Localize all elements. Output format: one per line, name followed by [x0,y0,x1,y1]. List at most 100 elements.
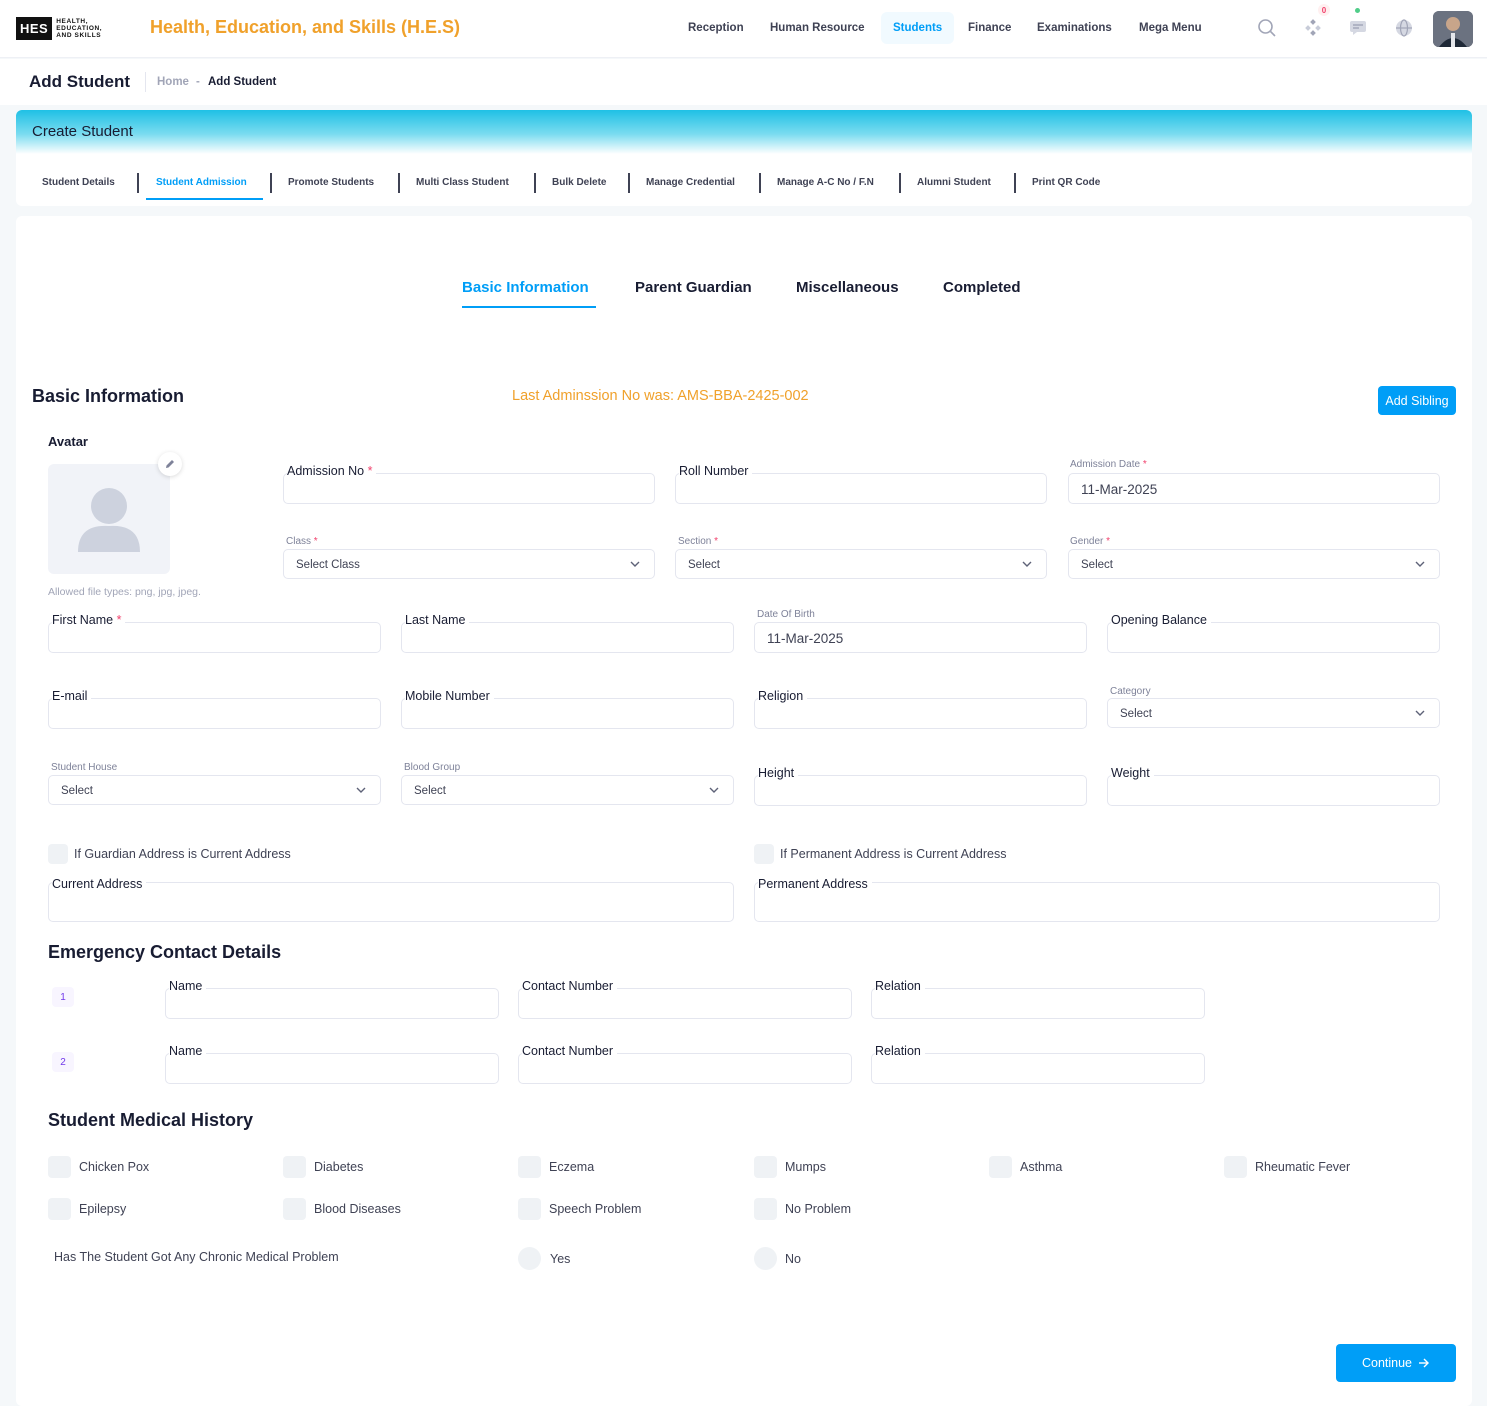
roll-number-input[interactable]: Roll Number [675,464,1047,504]
mobile-number-input[interactable]: Mobile Number [401,689,734,729]
tab-manage-credential[interactable]: Manage Credential [646,177,735,188]
nav-mega-menu[interactable]: Mega Menu [1127,12,1214,44]
tab-multi-class-student[interactable]: Multi Class Student [416,177,509,188]
mumps-checkbox[interactable] [754,1156,777,1178]
app-logo[interactable]: HES HEALTH, EDUCATION, AND SKILLS [16,15,116,41]
tab-divider [270,173,272,193]
notification-badge: 0 [1318,4,1330,16]
emergency-contact-input[interactable]: Contact Number [518,979,852,1019]
class-select[interactable]: Select Class [283,549,655,579]
guardian-address-check-label: If Guardian Address is Current Address [74,847,291,861]
tab-manage-ac-no[interactable]: Manage A-C No / F.N [777,177,874,188]
tab-alumni-student[interactable]: Alumni Student [917,177,991,188]
weight-input[interactable]: Weight [1107,766,1440,806]
chat-icon[interactable] [1346,16,1370,40]
diabetes-checkbox[interactable] [283,1156,306,1178]
step-parent-guardian[interactable]: Parent Guardian [635,279,752,296]
nav-reception[interactable]: Reception [676,12,756,44]
emergency-row-number: 2 [52,1052,74,1072]
gender-select[interactable]: Select [1068,549,1440,579]
breadcrumb-divider [145,72,146,92]
emergency-name-input[interactable]: Name [165,979,499,1019]
chevron-down-icon [630,561,640,567]
logo-text: HEALTH, EDUCATION, AND SKILLS [56,17,103,39]
permanent-address-textarea[interactable]: Permanent Address [754,877,1440,922]
category-select[interactable]: Select [1107,698,1440,728]
religion-input[interactable]: Religion [754,689,1087,729]
guardian-address-checkbox[interactable] [48,844,68,864]
create-student-card: Create Student [16,110,1472,206]
tab-divider [137,173,139,193]
tab-divider [899,173,901,193]
permanent-address-label: Permanent Address [758,877,872,891]
tab-student-details[interactable]: Student Details [42,177,115,188]
globe-icon[interactable] [1392,16,1416,40]
last-name-input[interactable]: Last Name [401,613,734,653]
card-banner [16,110,1472,154]
rheumatic-fever-checkbox[interactable] [1224,1156,1247,1178]
first-name-input[interactable]: First Name * [48,613,381,653]
emergency-relation-input[interactable]: Relation [871,1044,1205,1084]
section-select[interactable]: Select [675,549,1047,579]
current-address-textarea[interactable]: Current Address [48,877,734,922]
nav-students[interactable]: Students [881,12,955,44]
epilepsy-checkbox[interactable] [48,1198,71,1220]
search-icon[interactable] [1255,16,1279,40]
nav-examinations[interactable]: Examinations [1025,12,1124,44]
height-input[interactable]: Height [754,766,1087,806]
add-sibling-button[interactable]: Add Sibling [1378,386,1456,415]
apps-icon[interactable] [1301,16,1325,40]
continue-button[interactable]: Continue [1336,1344,1456,1382]
emergency-relation-input[interactable]: Relation [871,979,1205,1019]
chicken-pox-checkbox[interactable] [48,1156,71,1178]
blood-diseases-checkbox[interactable] [283,1198,306,1220]
blood-group-select[interactable]: Select [401,775,734,805]
opening-balance-input[interactable]: Opening Balance [1107,613,1440,653]
chevron-down-icon [1022,561,1032,567]
no-problem-checkbox[interactable] [754,1198,777,1220]
eczema-checkbox[interactable] [518,1156,541,1178]
chronic-yes-radio[interactable] [518,1247,541,1270]
step-miscellaneous[interactable]: Miscellaneous [796,279,899,296]
dob-input[interactable]: 11-Mar-2025 [754,622,1087,653]
breadcrumb-home[interactable]: Home [157,76,189,88]
email-input[interactable]: E-mail [48,689,381,729]
current-address-label: Current Address [52,877,147,891]
chicken-pox-label: Chicken Pox [79,1160,150,1174]
permanent-address-check-label: If Permanent Address is Current Address [780,847,1007,861]
admission-date-input[interactable]: 11-Mar-2025 [1068,473,1440,504]
chronic-no-radio[interactable] [754,1247,777,1270]
chevron-down-icon [709,787,719,793]
permanent-address-checkbox[interactable] [754,844,774,864]
blood-group-label: Blood Group [404,762,461,773]
avatar-upload[interactable] [48,464,170,574]
tab-promote-students[interactable]: Promote Students [288,177,374,188]
speech-problem-checkbox[interactable] [518,1198,541,1220]
asthma-checkbox[interactable] [989,1156,1012,1178]
breadcrumb-current: Add Student [208,76,277,88]
weight-label: Weight [1111,766,1154,780]
student-house-select[interactable]: Select [48,775,381,805]
email-label: E-mail [52,689,92,703]
step-basic-information[interactable]: Basic Information [462,279,589,296]
section-label: Section * [678,536,719,547]
tab-print-qr-code[interactable]: Print QR Code [1032,177,1100,188]
student-house-label: Student House [51,762,118,773]
nav-human-resource[interactable]: Human Resource [758,12,877,44]
chevron-down-icon [1415,561,1425,567]
rheumatic-fever-label: Rheumatic Fever [1255,1160,1351,1174]
tab-divider [759,173,761,193]
emergency-contact-input[interactable]: Contact Number [518,1044,852,1084]
step-completed[interactable]: Completed [943,279,1021,296]
class-label: Class * [286,536,318,547]
nav-finance[interactable]: Finance [956,12,1023,44]
edit-avatar-button[interactable] [158,452,182,476]
user-avatar[interactable] [1433,11,1473,47]
speech-problem-label: Speech Problem [549,1202,642,1216]
tab-student-admission[interactable]: Student Admission [156,177,247,188]
last-name-label: Last Name [405,613,470,627]
tab-bulk-delete[interactable]: Bulk Delete [552,177,606,188]
last-admission-notice: Last Adminssion No was: AMS-BBA-2425-002 [512,388,809,404]
admission-no-input[interactable]: Admission No * [283,464,655,504]
emergency-name-input[interactable]: Name [165,1044,499,1084]
